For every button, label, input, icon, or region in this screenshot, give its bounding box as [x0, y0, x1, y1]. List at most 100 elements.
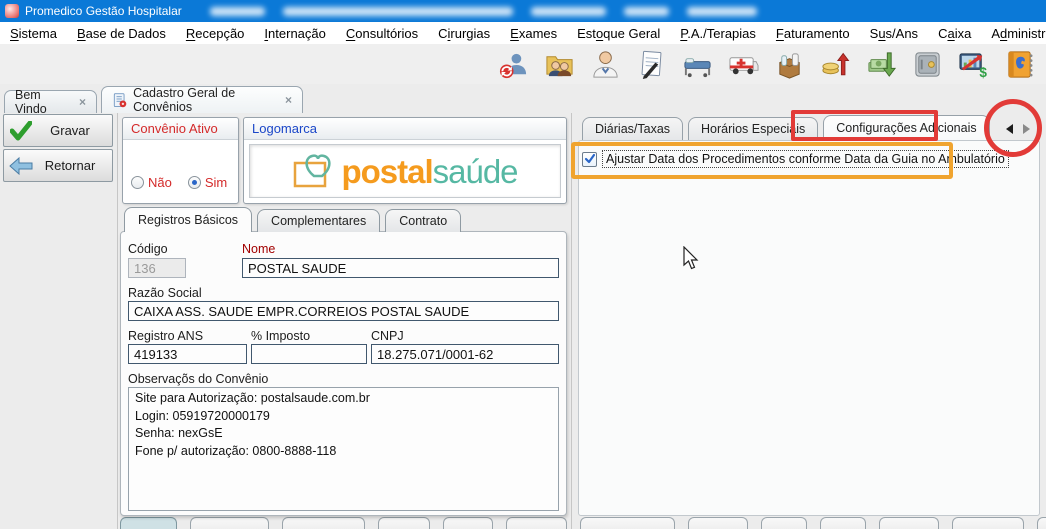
money-in-icon[interactable] [819, 48, 852, 81]
radio-option-nao[interactable]: Não [131, 175, 172, 190]
bottom-tab[interactable] [761, 517, 807, 529]
observacoes-label: Observaçõs do Convênio [128, 372, 268, 386]
bottom-tab[interactable] [506, 517, 567, 529]
stock-items-icon[interactable] [773, 48, 806, 81]
observacoes-field[interactable]: Site para Autorização: postalsaude.com.b… [128, 387, 559, 511]
radio-option-sim[interactable]: Sim [188, 175, 227, 190]
imposto-field[interactable] [251, 344, 367, 364]
tab-registros-basicos[interactable]: Registros Básicos [124, 207, 252, 232]
menu-item-recepcao[interactable]: Recepção [176, 26, 255, 41]
phonebook-icon[interactable] [1003, 48, 1036, 81]
bottom-tab[interactable] [580, 517, 675, 529]
save-button-label: Gravar [38, 123, 112, 138]
bottom-tab[interactable] [1037, 517, 1046, 529]
menu-item-p-a-terapias[interactable]: P.A./Terapias [670, 26, 766, 41]
right-tab-strip: Diárias/TaxasHorários EspeciaisConfigura… [582, 117, 990, 140]
bottom-tab[interactable] [282, 517, 365, 529]
convenio-ativo-group: Convênio Ativo Não Sim [122, 117, 239, 204]
bottom-tab[interactable] [952, 517, 1024, 529]
redacted-title-text [210, 7, 757, 16]
menu-item-caixa[interactable]: Caixa [928, 26, 981, 41]
contract-icon[interactable] [635, 48, 668, 81]
brand-primary: postal [341, 153, 432, 190]
radio-label: Sim [205, 175, 227, 190]
scroll-right-icon[interactable] [1023, 124, 1030, 134]
bottom-tab-strip [120, 517, 1046, 529]
money-out-icon[interactable] [865, 48, 898, 81]
user-sync-icon[interactable] [497, 48, 530, 81]
app-window: Promedico Gestão Hospitalar SistemaBase … [0, 0, 1046, 529]
window-title: Promedico Gestão Hospitalar [25, 4, 182, 18]
menu-bar: SistemaBase de DadosRecepçãoInternaçãoCo… [0, 22, 1046, 44]
cnpj-field[interactable] [371, 344, 559, 364]
tab-complementares[interactable]: Complementares [257, 209, 380, 232]
menu-item-base-de-dados[interactable]: Base de Dados [67, 26, 176, 41]
tab-label: Cadastro Geral de Convênios [133, 86, 279, 114]
checkbox-label[interactable]: Ajustar Data dos Procedimentos conforme … [602, 150, 1009, 168]
brand-secondary: saúde [433, 153, 518, 190]
close-icon[interactable]: × [285, 93, 292, 107]
bottom-tab[interactable] [820, 517, 866, 529]
logo-text: postalsaúde [341, 155, 517, 188]
radio-selected-icon[interactable] [188, 176, 201, 189]
convenio-ativo-title: Convênio Ativo [123, 118, 238, 140]
save-button[interactable]: Gravar [3, 114, 113, 147]
arrow-left-icon [4, 157, 38, 175]
scroll-left-icon[interactable] [1006, 124, 1013, 134]
bottom-tab[interactable] [378, 517, 430, 529]
logomarca-title: Logomarca [244, 118, 566, 140]
tab-cadastro-geral-de-convenios[interactable]: Cadastro Geral de Convênios × [101, 86, 303, 113]
folder-users-icon[interactable] [543, 48, 576, 81]
ambulance-icon[interactable] [727, 48, 760, 81]
hospital-bed-icon[interactable] [681, 48, 714, 81]
tab-configuracoes-adicionais[interactable]: Configurações Adicionais [823, 115, 989, 140]
razao-social-label: Razão Social [128, 286, 202, 300]
menu-item-internacao[interactable]: Internação [254, 26, 335, 41]
menu-item-cirurgias[interactable]: Cirurgias [428, 26, 500, 41]
radio-label: Não [148, 175, 172, 190]
imposto-label: % Imposto [251, 329, 310, 343]
radio-unselected-icon[interactable] [131, 176, 144, 189]
ajustar-data-checkbox-row[interactable]: Ajustar Data dos Procedimentos conforme … [582, 150, 1009, 168]
registros-basicos-panel: Código Nome Razão Social Registro ANS % … [120, 231, 567, 516]
bottom-tab[interactable] [120, 517, 177, 529]
tab-diarias-taxas[interactable]: Diárias/Taxas [582, 117, 683, 140]
nome-field[interactable] [242, 258, 559, 278]
safe-icon[interactable] [911, 48, 944, 81]
back-button[interactable]: Retornar [3, 149, 113, 182]
back-button-label: Retornar [38, 158, 112, 173]
bottom-tab[interactable] [443, 517, 493, 529]
logo-image: postalsaúde [249, 144, 561, 198]
doctor-icon[interactable] [589, 48, 622, 81]
bottom-tab[interactable] [688, 517, 748, 529]
nome-label: Nome [242, 242, 275, 256]
check-icon [4, 121, 38, 141]
menu-item-exames[interactable]: Exames [500, 26, 567, 41]
tab-bem-vindo[interactable]: Bem Vindo × [4, 90, 97, 113]
menu-item-sistema[interactable]: Sistema [0, 26, 67, 41]
menu-item-sus-ans[interactable]: Sus/Ans [860, 26, 928, 41]
envelope-heart-icon [292, 153, 336, 189]
bottom-tab[interactable] [879, 517, 939, 529]
bottom-tab[interactable] [190, 517, 269, 529]
tab-horarios-especiais[interactable]: Horários Especiais [688, 117, 818, 140]
tab-contrato[interactable]: Contrato [385, 209, 461, 232]
menu-item-faturamento[interactable]: Faturamento [766, 26, 860, 41]
menu-item-consultorios[interactable]: Consultórios [336, 26, 428, 41]
codigo-label: Código [128, 242, 168, 256]
menu-item-estoque-geral[interactable]: Estoque Geral [567, 26, 670, 41]
main-toolbar: $ [0, 44, 1046, 84]
razao-social-field[interactable] [128, 301, 559, 321]
finance-chart-icon[interactable]: $ [957, 48, 990, 81]
checkbox-icon[interactable] [582, 152, 597, 167]
svg-text:$: $ [979, 65, 987, 80]
menu-item-administracao[interactable]: Administração [981, 26, 1046, 41]
tab-scroll-arrows [996, 118, 1040, 140]
title-bar: Promedico Gestão Hospitalar [0, 0, 1046, 22]
cnpj-label: CNPJ [371, 329, 404, 343]
tab-label: Bem Vindo [15, 88, 73, 116]
configuracoes-adicionais-panel [578, 140, 1040, 516]
sidebar-divider [117, 113, 118, 529]
registro-ans-field[interactable] [128, 344, 247, 364]
close-icon[interactable]: × [79, 95, 86, 109]
